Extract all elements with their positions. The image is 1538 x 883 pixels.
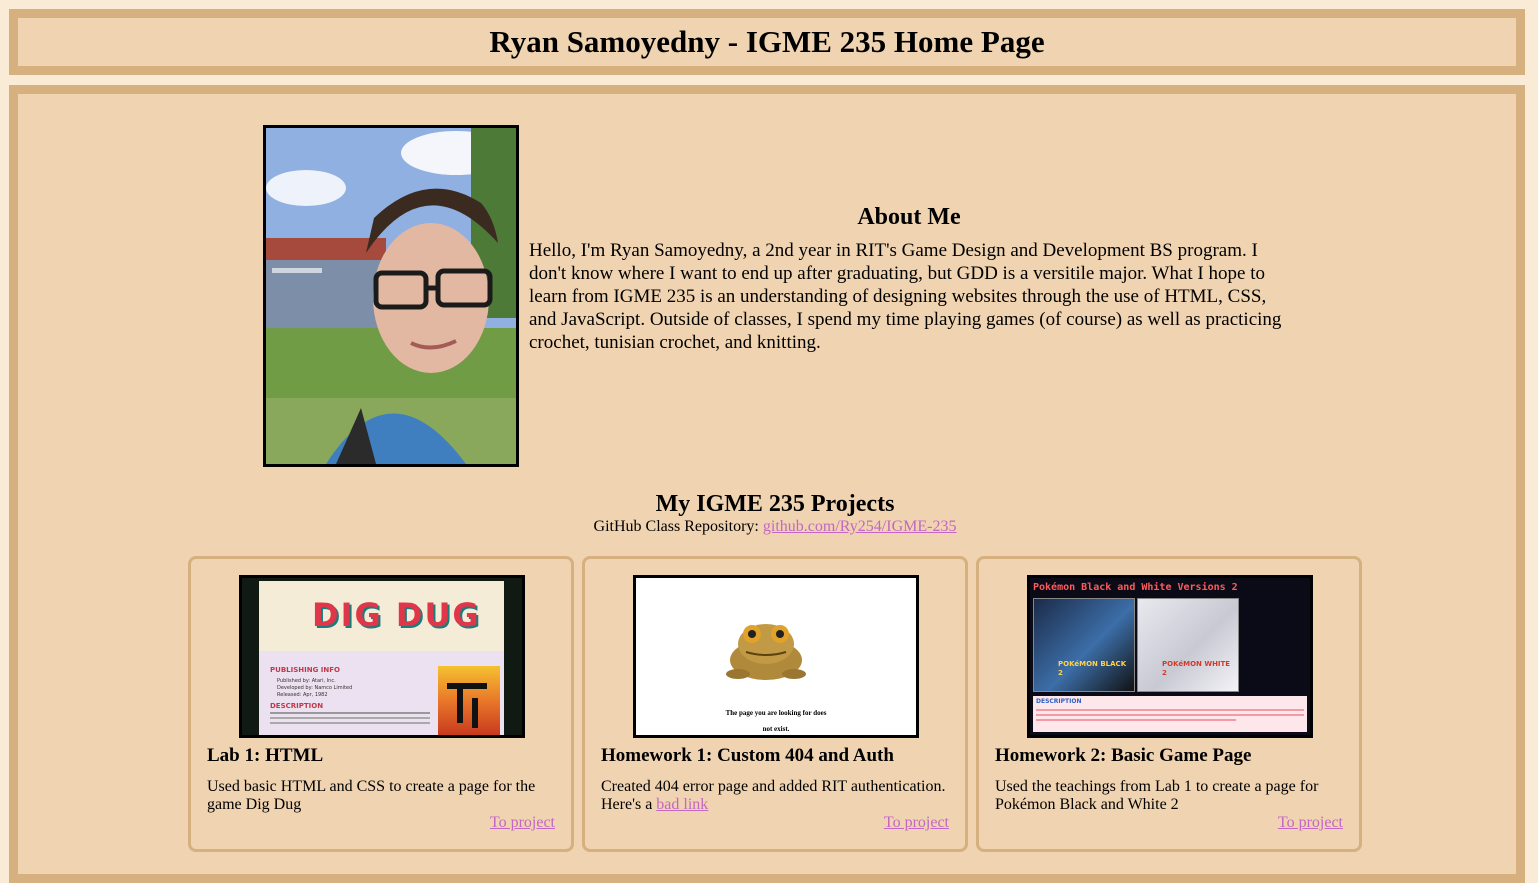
repo-label: GitHub Class Repository: xyxy=(593,518,763,535)
project-thumbnail-404: The page you are looking for does not ex… xyxy=(633,575,919,738)
about-section: About Me Hello, I'm Ryan Samoyedny, a 2n… xyxy=(529,204,1289,354)
profile-photo xyxy=(263,125,519,467)
about-text: Hello, I'm Ryan Samoyedny, a 2nd year in… xyxy=(529,240,1282,353)
toad-icon xyxy=(726,624,806,680)
bad-link[interactable]: bad link xyxy=(656,796,708,813)
page-title: Ryan Samoyedny - IGME 235 Home Page xyxy=(489,24,1045,59)
to-project-link[interactable]: To project xyxy=(490,814,555,832)
project-title: Lab 1: HTML xyxy=(207,745,324,766)
error-message-line1: The page you are looking for does xyxy=(725,709,827,717)
page-header: Ryan Samoyedny - IGME 235 Home Page xyxy=(9,9,1525,75)
to-project-link[interactable]: To project xyxy=(1278,814,1343,832)
main-content: About Me Hello, I'm Ryan Samoyedny, a 2n… xyxy=(9,85,1525,883)
digdug-section-description: DESCRIPTION xyxy=(270,702,324,710)
digdug-gameplay-image xyxy=(438,666,500,735)
projects-heading: My IGME 235 Projects xyxy=(655,491,895,517)
projects-header: My IGME 235 Projects GitHub Class Reposi… xyxy=(18,490,1532,536)
pokemon-description-heading: DESCRIPTION xyxy=(1036,698,1082,705)
digdug-bullet-3: Released: Apr, 1982 xyxy=(277,692,328,698)
about-heading: About Me xyxy=(857,204,961,230)
project-title: Homework 1: Custom 404 and Auth xyxy=(601,745,894,766)
project-description-text: Created 404 error page and added RIT aut… xyxy=(601,778,946,813)
error-message-line2: not exist. xyxy=(762,725,790,733)
digdug-logo: DIG DUG xyxy=(312,596,481,634)
digdug-bullet-2: Developed by: Namco Limited xyxy=(277,685,353,691)
project-card-hw2: Pokémon Black and White Versions 2 POKéM… xyxy=(976,556,1362,852)
project-title: Homework 2: Basic Game Page xyxy=(995,745,1252,766)
digdug-section-publishing: PUBLISHING INFO xyxy=(270,666,340,674)
project-description: Used the teachings from Lab 1 to create … xyxy=(995,778,1319,813)
pokemon-white-label: POKéMON WHITE 2 xyxy=(1162,660,1231,677)
to-project-link[interactable]: To project xyxy=(884,814,949,832)
repo-link[interactable]: github.com/Ry254/IGME-235 xyxy=(763,518,957,535)
project-thumbnail-digdug: DIG DUG PUBLISHING INFO Published by: At… xyxy=(239,575,525,738)
project-description: Used basic HTML and CSS to create a page… xyxy=(207,778,536,813)
digdug-bullet-1: Published by: Atari, Inc. xyxy=(277,678,336,684)
project-card-hw1: The page you are looking for does not ex… xyxy=(582,556,968,852)
project-thumbnail-pokemon: Pokémon Black and White Versions 2 POKéM… xyxy=(1027,575,1313,738)
project-card-lab1: DIG DUG PUBLISHING INFO Published by: At… xyxy=(188,556,574,852)
pokemon-black-label: POKéMON BLACK 2 xyxy=(1058,660,1127,677)
pokemon-page-title: Pokémon Black and White Versions 2 xyxy=(1033,582,1238,593)
project-description: Created 404 error page and added RIT aut… xyxy=(601,778,951,814)
repo-line: GitHub Class Repository: github.com/Ry25… xyxy=(18,518,1532,536)
